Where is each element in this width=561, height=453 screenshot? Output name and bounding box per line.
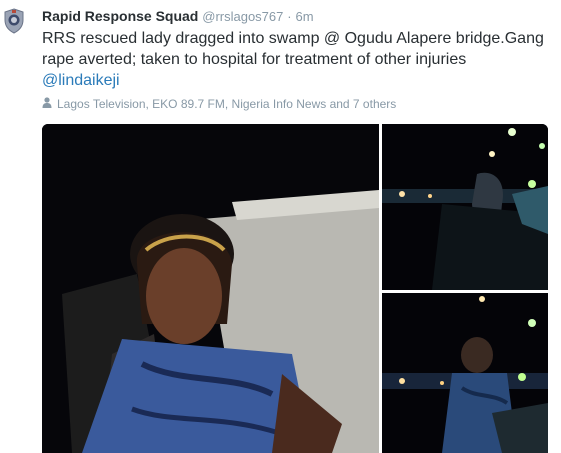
author-name[interactable]: Rapid Response Squad	[42, 8, 198, 24]
timestamp[interactable]: 6m	[296, 9, 314, 24]
media-tags[interactable]: Lagos Television, EKO 89.7 FM, Nigeria I…	[42, 96, 396, 112]
media-tags-text: Lagos Television, EKO 89.7 FM, Nigeria I…	[57, 97, 397, 111]
photo-woman-by-wall[interactable]	[42, 124, 379, 453]
photo-night-road-1[interactable]	[382, 124, 548, 290]
media-grid	[42, 124, 548, 453]
tweet[interactable]: Rapid Response Squad @rrslagos767 · 6m R…	[0, 0, 561, 453]
author-handle[interactable]: @rrslagos767	[202, 9, 283, 24]
police-badge-avatar-icon[interactable]	[3, 8, 25, 34]
mention-link[interactable]: @lindaikeji	[42, 70, 557, 91]
person-icon	[42, 96, 52, 112]
tweet-body: RRS rescued lady dragged into swamp @ Og…	[42, 30, 544, 68]
photo-night-road-2[interactable]	[382, 293, 548, 453]
tweet-text: RRS rescued lady dragged into swamp @ Og…	[42, 28, 557, 91]
separator: ·	[287, 9, 292, 24]
tweet-header: Rapid Response Squad @rrslagos767 · 6m	[42, 8, 314, 25]
